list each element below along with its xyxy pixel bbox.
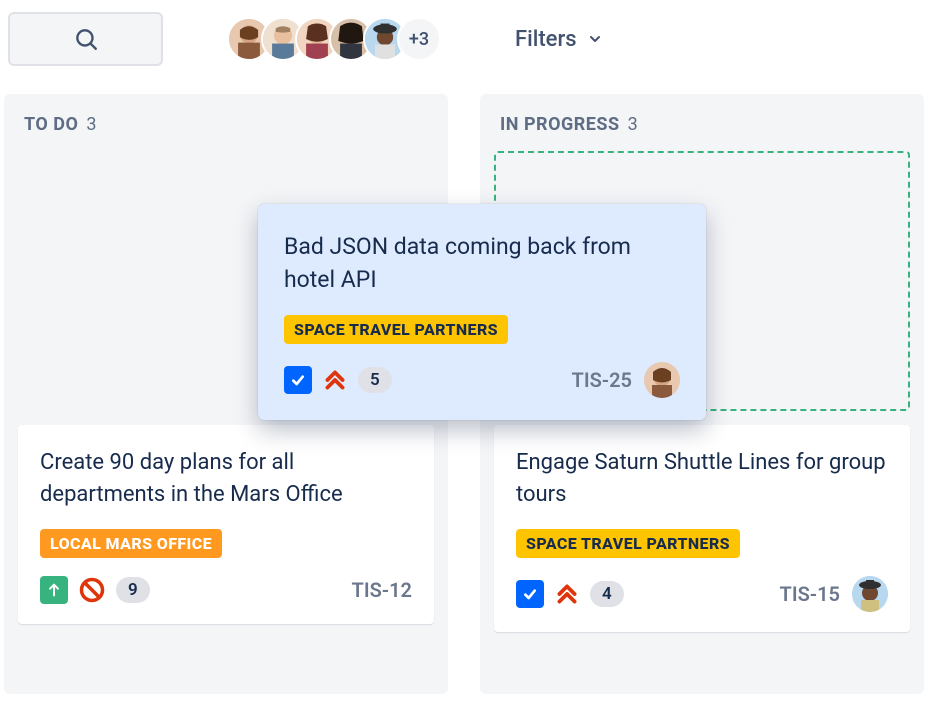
search-box[interactable]: [8, 12, 163, 66]
issue-card[interactable]: Create 90 day plans for all departments …: [18, 425, 434, 624]
card-title: Engage Saturn Shuttle Lines for group to…: [516, 447, 888, 511]
toolbar: +3 Filters: [0, 0, 928, 94]
avatar-more[interactable]: +3: [397, 17, 441, 61]
avatar-more-count: +3: [409, 29, 429, 50]
dragged-card[interactable]: Bad JSON data coming back from hotel API…: [258, 204, 706, 420]
column-count: 3: [86, 114, 96, 135]
card-label: SPACE TRAVEL PARTNERS: [284, 315, 508, 344]
avatar-group: +3: [227, 17, 441, 61]
priority-highest-icon: [554, 581, 580, 607]
filters-label: Filters: [515, 27, 577, 52]
card-label: SPACE TRAVEL PARTNERS: [516, 529, 740, 558]
card-footer: 9 TIS-12: [40, 576, 412, 604]
story-points: 4: [590, 581, 624, 607]
issue-key: TIS-15: [780, 582, 840, 606]
chevron-down-icon: [587, 31, 603, 47]
story-points: 9: [116, 577, 150, 603]
column-title: IN PROGRESS: [500, 114, 620, 135]
column-title: TO DO: [24, 114, 78, 135]
search-icon: [73, 26, 99, 52]
column-header: TO DO 3: [18, 114, 434, 151]
task-icon: [284, 366, 312, 394]
assignee-avatar[interactable]: [644, 362, 680, 398]
card-label: LOCAL MARS OFFICE: [40, 529, 222, 558]
card-footer: 4 TIS-15: [516, 576, 888, 612]
filters-dropdown[interactable]: Filters: [515, 27, 603, 52]
card-title: Create 90 day plans for all departments …: [40, 447, 412, 511]
story-points: 5: [358, 367, 392, 393]
story-icon: [40, 576, 68, 604]
blocker-icon: [78, 576, 106, 604]
issue-key: TIS-25: [572, 368, 632, 392]
column-header: IN PROGRESS 3: [494, 114, 910, 151]
priority-highest-icon: [322, 367, 348, 393]
task-icon: [516, 580, 544, 608]
card-title: Bad JSON data coming back from hotel API: [284, 230, 680, 297]
issue-key: TIS-12: [352, 578, 412, 602]
column-count: 3: [628, 114, 638, 135]
assignee-avatar[interactable]: [852, 576, 888, 612]
issue-card[interactable]: Engage Saturn Shuttle Lines for group to…: [494, 425, 910, 632]
card-footer: 5 TIS-25: [284, 362, 680, 398]
